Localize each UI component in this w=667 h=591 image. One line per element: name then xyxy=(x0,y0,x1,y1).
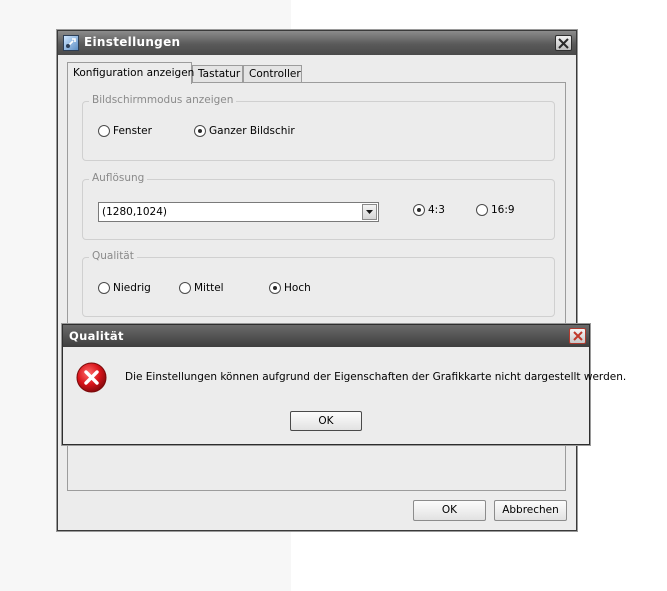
settings-window: Einstellungen Konfiguration anzeigen Tas… xyxy=(57,30,577,531)
radio-fullscreen-mode[interactable]: Ganzer Bildschir xyxy=(194,125,295,137)
tab-label: Konfiguration anzeigen xyxy=(73,67,195,79)
resolution-dropdown[interactable]: (1280,1024) xyxy=(98,202,379,222)
group-legend: Qualität xyxy=(89,250,137,262)
radio-label: Ganzer Bildschir xyxy=(209,125,295,137)
window-title: Einstellungen xyxy=(84,35,181,49)
dialog-ok-button[interactable]: OK xyxy=(290,411,362,431)
chevron-down-icon xyxy=(366,210,373,214)
resolution-value: (1280,1024) xyxy=(102,206,167,218)
settings-app-icon xyxy=(63,35,79,51)
group-legend: Auflösung xyxy=(89,172,148,184)
radio-label: Niedrig xyxy=(113,282,151,294)
tab-keyboard[interactable]: Tastatur xyxy=(192,65,243,83)
radio-label: Hoch xyxy=(284,282,311,294)
ok-button[interactable]: OK xyxy=(413,500,486,521)
dialog-close-button[interactable] xyxy=(569,328,586,344)
dialog-titlebar[interactable]: Qualität xyxy=(63,325,589,347)
radio-circle xyxy=(476,204,488,216)
quality-group: Qualität Niedrig Mittel Hoch xyxy=(82,250,555,317)
radio-circle xyxy=(413,204,425,216)
tab-label: Controller xyxy=(249,68,301,80)
error-icon xyxy=(76,362,107,393)
error-dialog: Qualität Die Einstellungen können aufgru… xyxy=(62,324,626,445)
dropdown-arrow-button[interactable] xyxy=(362,204,377,220)
radio-circle xyxy=(98,282,110,294)
tab-controller[interactable]: Controller xyxy=(243,65,302,83)
radio-window-mode[interactable]: Fenster xyxy=(98,125,152,137)
display-mode-group: Bildschirmmodus anzeigen Fenster Ganzer … xyxy=(82,94,555,161)
close-icon xyxy=(572,331,583,341)
close-icon xyxy=(558,37,569,49)
radio-quality-medium[interactable]: Mittel xyxy=(179,282,224,294)
radio-circle xyxy=(179,282,191,294)
radio-circle xyxy=(98,125,110,137)
radio-label: Fenster xyxy=(113,125,152,137)
radio-quality-low[interactable]: Niedrig xyxy=(98,282,151,294)
group-legend: Bildschirmmodus anzeigen xyxy=(89,94,237,106)
window-titlebar[interactable]: Einstellungen xyxy=(58,31,576,55)
radio-circle xyxy=(269,282,281,294)
radio-circle xyxy=(194,125,206,137)
cancel-button[interactable]: Abbrechen xyxy=(494,500,567,521)
close-button[interactable] xyxy=(555,35,572,51)
radio-label: 16:9 xyxy=(491,204,515,216)
dialog-title: Qualität xyxy=(69,329,124,343)
radio-label: 4:3 xyxy=(428,204,445,216)
radio-label: Mittel xyxy=(194,282,224,294)
resolution-group: Auflösung (1280,1024) 4:3 16:9 xyxy=(82,172,555,240)
dialog-message: Die Einstellungen können aufgrund der Ei… xyxy=(125,371,627,383)
tab-display-config[interactable]: Konfiguration anzeigen xyxy=(67,62,195,84)
radio-aspect-4-3[interactable]: 4:3 xyxy=(413,204,445,216)
radio-aspect-16-9[interactable]: 16:9 xyxy=(476,204,515,216)
radio-quality-high[interactable]: Hoch xyxy=(269,282,311,294)
tab-label: Tastatur xyxy=(198,68,241,80)
